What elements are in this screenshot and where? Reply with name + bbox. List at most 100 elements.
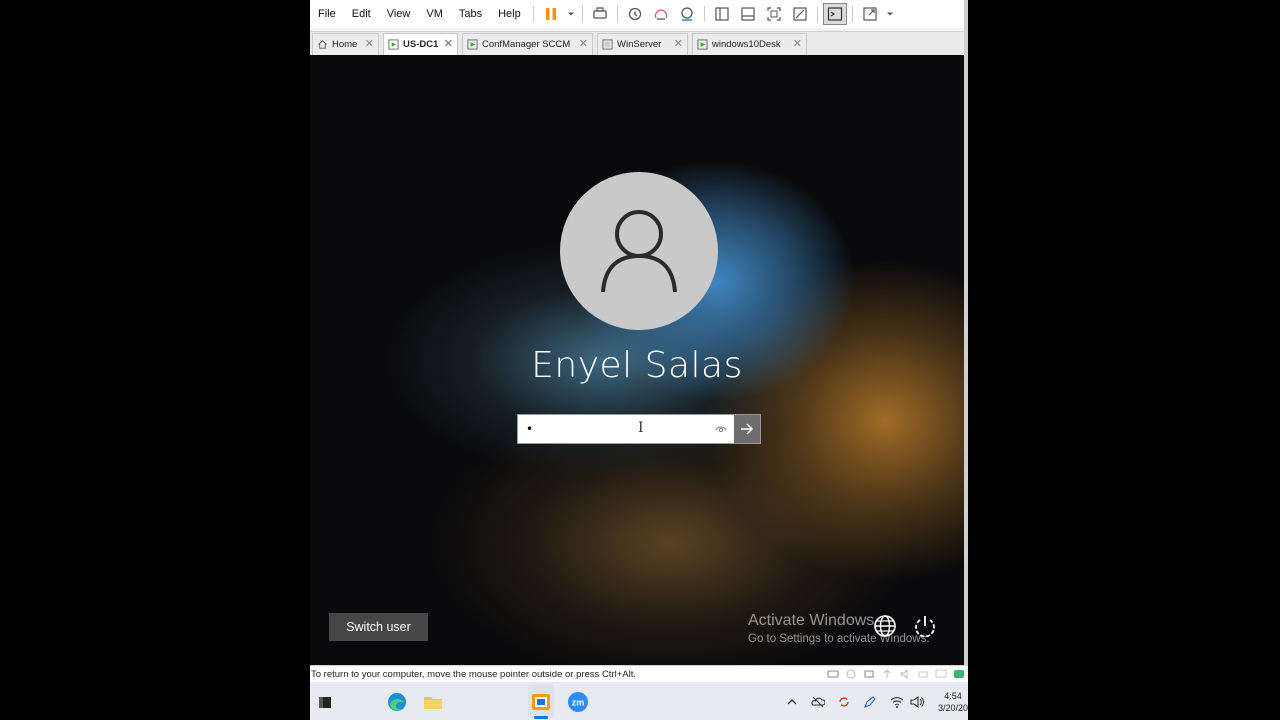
- dropdown-icon: [567, 12, 574, 16]
- menu-vm[interactable]: VM: [418, 0, 451, 28]
- stretch-button[interactable]: [858, 3, 882, 25]
- snapshot-manager-icon: [681, 7, 693, 21]
- tab-windows10desk[interactable]: windows10Desk ✕: [692, 33, 807, 55]
- tab-home[interactable]: Home ✕: [312, 33, 379, 55]
- text-cursor-icon: I: [638, 420, 644, 436]
- tab-label: US-DC1: [403, 39, 439, 50]
- vm-running-icon: [388, 39, 399, 50]
- zoom-icon[interactable]: zm: [567, 691, 589, 713]
- tab-winserver[interactable]: WinServer ✕: [597, 33, 688, 55]
- edge-icon[interactable]: [386, 691, 408, 713]
- send-keys-icon: [593, 7, 607, 19]
- unity-icon: [793, 7, 807, 21]
- host-taskbar: zm: [310, 682, 968, 720]
- vm-running-icon: [467, 39, 478, 50]
- reveal-password-button[interactable]: [712, 415, 730, 443]
- pause-icon: [545, 8, 556, 20]
- menu-view[interactable]: View: [379, 0, 419, 28]
- snapshot-icon: [628, 7, 641, 21]
- user-avatar: [560, 172, 718, 330]
- fullscreen-button[interactable]: [762, 3, 786, 25]
- clock-time: 4:54: [944, 691, 962, 701]
- login-username: Enyel Salas: [531, 345, 743, 386]
- stretch-dropdown-button[interactable]: [884, 3, 896, 25]
- dropdown-icon: [886, 12, 893, 16]
- menu-edit[interactable]: Edit: [344, 0, 379, 28]
- sidebar-toggle-button[interactable]: [710, 3, 734, 25]
- printer-icon[interactable]: [917, 669, 929, 679]
- start-icon[interactable]: [314, 691, 336, 713]
- power-options-icon[interactable]: [912, 613, 938, 639]
- activate-windows-watermark: Activate Windows Go to Settings to activ…: [748, 612, 930, 645]
- vm-running-icon: [697, 39, 708, 50]
- hard-disk-icon[interactable]: [827, 669, 839, 679]
- status-message: To return to your computer, move the mou…: [311, 668, 636, 680]
- window-edge: [964, 0, 968, 665]
- revert-snapshot-icon: [654, 9, 667, 20]
- pen-icon[interactable]: [863, 695, 877, 709]
- watermark-subtitle: Go to Settings to activate Windows.: [748, 633, 930, 645]
- sound-card-icon[interactable]: [899, 669, 911, 679]
- network-adapter-icon[interactable]: [863, 669, 875, 679]
- vmware-statusbar: To return to your computer, move the mou…: [310, 665, 968, 682]
- message-log-icon[interactable]: [953, 669, 965, 679]
- cd-dvd-icon[interactable]: [845, 669, 857, 679]
- menu-file[interactable]: File: [310, 0, 344, 28]
- home-icon: [318, 40, 327, 49]
- file-explorer-icon[interactable]: [422, 691, 444, 713]
- switch-user-button[interactable]: Switch user: [329, 613, 428, 641]
- send-keys-button[interactable]: [588, 3, 612, 25]
- tab-confmanager-sccm[interactable]: ConfManager SCCM ✕: [462, 33, 593, 55]
- taskbar-clock[interactable]: 4:54 3/20/20: [938, 690, 968, 714]
- pause-button[interactable]: [539, 3, 563, 25]
- close-icon[interactable]: ✕: [365, 38, 374, 50]
- svg-text:zm: zm: [572, 698, 585, 708]
- snapshot-button[interactable]: [623, 3, 647, 25]
- active-app-indicator: [534, 716, 548, 719]
- menu-tabs[interactable]: Tabs: [451, 0, 490, 28]
- sync-icon[interactable]: [837, 695, 851, 709]
- wifi-icon[interactable]: [890, 695, 904, 709]
- tab-us-dc1[interactable]: US-DC1 ✕: [383, 33, 458, 55]
- thumbnail-bar-icon: [741, 7, 755, 21]
- vmware-workstation-window: File Edit View VM Tabs Help Home ✕ US-DC…: [310, 0, 968, 720]
- volume-icon[interactable]: [910, 695, 924, 709]
- network-icon[interactable]: [872, 613, 898, 639]
- vmware-workstation-icon[interactable]: [530, 691, 552, 713]
- close-icon[interactable]: ✕: [793, 38, 802, 50]
- tab-label: windows10Desk: [712, 39, 781, 50]
- toolbar-separator: [816, 6, 818, 22]
- vm-icon: [602, 39, 613, 50]
- power-dropdown-button[interactable]: [565, 3, 577, 25]
- usb-icon[interactable]: [881, 669, 893, 679]
- toolbar-separator: [581, 6, 583, 22]
- toolbar-separator: [532, 6, 534, 22]
- chevron-up-icon[interactable]: [785, 695, 799, 709]
- snapshot-manager-button[interactable]: [675, 3, 699, 25]
- password-input[interactable]: [518, 415, 712, 443]
- console-view-icon: [827, 7, 842, 21]
- vm-console-screen[interactable]: Enyel Salas I Switch user Activate Windo…: [310, 55, 964, 665]
- revert-snapshot-button[interactable]: [649, 3, 673, 25]
- toolbar-separator: [851, 6, 853, 22]
- arrow-right-icon: [741, 423, 754, 435]
- tab-label: Home: [332, 39, 358, 50]
- onedrive-icon[interactable]: [811, 695, 825, 709]
- tab-label: ConfManager SCCM: [482, 39, 571, 50]
- display-icon[interactable]: [935, 669, 947, 679]
- console-view-button[interactable]: [822, 3, 847, 25]
- user-avatar-icon: [601, 210, 677, 293]
- close-icon[interactable]: ✕: [579, 38, 588, 50]
- close-icon[interactable]: ✕: [674, 38, 683, 50]
- vm-tabbar: Home ✕ US-DC1 ✕ ConfManager SCCM ✕ WinSe…: [310, 31, 968, 55]
- close-icon[interactable]: ✕: [444, 38, 453, 50]
- toolbar-separator: [703, 6, 705, 22]
- watermark-title: Activate Windows: [748, 612, 875, 629]
- tab-label: WinServer: [617, 39, 662, 50]
- unity-button[interactable]: [788, 3, 812, 25]
- submit-password-button[interactable]: [734, 415, 760, 443]
- thumbnail-bar-button[interactable]: [736, 3, 760, 25]
- reveal-password-icon: [715, 426, 727, 433]
- menu-help[interactable]: Help: [490, 0, 529, 28]
- clock-date: 3/20/20: [938, 703, 968, 713]
